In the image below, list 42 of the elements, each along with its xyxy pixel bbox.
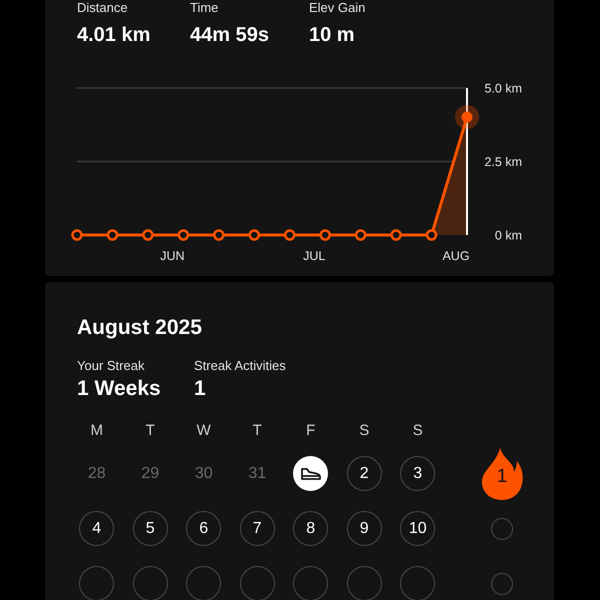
stat-label: Streak Activities: [194, 358, 286, 374]
axis-label: 5.0 km: [484, 82, 522, 96]
data-point: [248, 229, 260, 241]
stat-label: Elev Gain: [309, 0, 366, 16]
data-point: [426, 229, 438, 241]
data-point: [455, 105, 479, 130]
stat-value: 4.01 km: [77, 23, 150, 47]
day-number: 31: [248, 464, 266, 484]
month-title: August 2025: [76, 315, 203, 341]
axis-label: JUN: [160, 249, 185, 263]
stat-label: Distance: [77, 0, 128, 16]
data-point: [354, 229, 366, 241]
weekday-label: T: [252, 420, 262, 441]
day-number: 28: [88, 464, 106, 484]
weekday-label: W: [196, 420, 211, 441]
weekday-label: M: [90, 420, 103, 441]
day-number: 29: [141, 464, 160, 484]
data-point: [213, 229, 225, 241]
stat-value: 44m 59s: [190, 23, 269, 47]
axis-label: JUL: [303, 249, 326, 263]
day-number: 30: [194, 464, 213, 484]
data-point: [390, 229, 402, 241]
data-point: [71, 229, 83, 241]
stat-value: 10 m: [309, 23, 355, 47]
shoe-icon: [300, 466, 322, 480]
data-point: [142, 229, 154, 241]
weekday-label: S: [359, 420, 370, 441]
streak-flame: 1: [480, 446, 524, 502]
weekday-label: F: [306, 420, 316, 441]
data-point: [106, 229, 118, 241]
data-point: [284, 229, 296, 241]
data-point: [319, 229, 331, 241]
stat-label: Time: [190, 0, 218, 16]
weekday-label: T: [146, 420, 155, 441]
stat-label: Your Streak: [77, 358, 144, 374]
weekday-label: S: [412, 420, 423, 441]
stat-value: 1: [194, 376, 206, 402]
data-point: [178, 229, 190, 241]
axis-label: AUG: [442, 249, 470, 263]
axis-label: 0 km: [494, 228, 522, 242]
axis-label: 2.5 km: [484, 155, 522, 169]
stat-value: 1 Weeks: [77, 376, 161, 402]
